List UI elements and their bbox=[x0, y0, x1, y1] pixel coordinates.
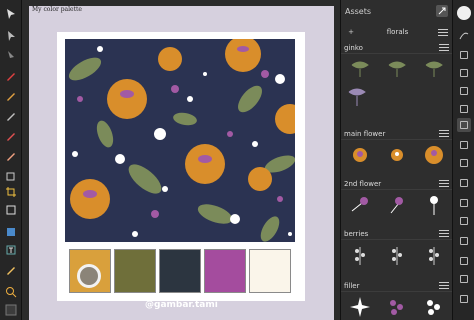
effects-icon[interactable] bbox=[457, 176, 471, 190]
section-title: filler bbox=[344, 281, 360, 290]
color-palette bbox=[69, 249, 293, 294]
palette-swatch-2[interactable] bbox=[114, 249, 156, 293]
text-styles-icon[interactable] bbox=[457, 254, 471, 268]
asset-filler-3[interactable] bbox=[422, 295, 446, 319]
artboard[interactable]: @gambar.tami bbox=[57, 32, 305, 310]
asset-2nd-flower-1[interactable] bbox=[348, 193, 372, 217]
section-title: berries bbox=[344, 229, 369, 238]
asset-ginko-1[interactable] bbox=[348, 57, 372, 81]
cursor-icon[interactable] bbox=[3, 48, 19, 64]
canvas-area: My color palette @gambar.tami bbox=[22, 0, 340, 320]
eyedropper-icon[interactable] bbox=[3, 262, 19, 278]
color-circle-icon[interactable] bbox=[457, 6, 471, 20]
move-icon[interactable] bbox=[3, 6, 19, 22]
navigator-icon[interactable] bbox=[457, 138, 471, 152]
category-name: florals bbox=[386, 28, 409, 36]
category-selector[interactable]: + florals bbox=[345, 24, 448, 40]
section-berries: berries bbox=[341, 228, 452, 270]
zoom-icon[interactable] bbox=[3, 284, 19, 300]
assets-icon[interactable] bbox=[457, 118, 471, 132]
transform-icon[interactable] bbox=[457, 156, 471, 170]
section-menu-icon[interactable] bbox=[439, 230, 449, 237]
asset-filler-1[interactable] bbox=[348, 295, 372, 319]
section-filler: filler bbox=[341, 280, 452, 320]
section-title: main flower bbox=[344, 129, 386, 138]
selected-color-ring bbox=[77, 264, 101, 288]
fill-icon[interactable] bbox=[3, 168, 19, 184]
section-ginko: ginko bbox=[341, 42, 452, 108]
adjust-icon[interactable] bbox=[457, 66, 471, 80]
styles-icon[interactable] bbox=[457, 196, 471, 210]
brush-icon[interactable] bbox=[3, 88, 19, 104]
assets-header: Assets bbox=[341, 0, 452, 22]
palette-swatch-5[interactable] bbox=[249, 249, 291, 293]
brush-stroke-icon[interactable] bbox=[457, 28, 471, 42]
shape-icon[interactable] bbox=[3, 224, 19, 240]
crop-icon[interactable] bbox=[3, 184, 19, 200]
rectangle-icon[interactable] bbox=[3, 202, 19, 218]
section-menu-icon[interactable] bbox=[439, 180, 449, 187]
asset-2nd-flower-3[interactable] bbox=[422, 193, 446, 217]
asset-berries-3[interactable] bbox=[422, 243, 446, 267]
asset-ginko-4[interactable] bbox=[345, 84, 369, 108]
history-icon[interactable] bbox=[457, 102, 471, 116]
section-2nd-flower: 2nd flower bbox=[341, 178, 452, 220]
text-icon[interactable] bbox=[3, 242, 19, 258]
select-icon[interactable] bbox=[3, 28, 19, 44]
asset-ginko-2[interactable] bbox=[385, 57, 409, 81]
artist-handle: @gambar.tami bbox=[145, 300, 218, 310]
asset-filler-2[interactable] bbox=[385, 295, 409, 319]
eraser-icon[interactable] bbox=[3, 148, 19, 164]
section-main-flower: main flower bbox=[341, 128, 452, 170]
info-icon[interactable] bbox=[457, 292, 471, 306]
document-title: My color palette bbox=[32, 6, 82, 13]
grid-icon[interactable] bbox=[457, 214, 471, 228]
snapping-icon[interactable] bbox=[457, 234, 471, 248]
left-toolbar bbox=[0, 0, 22, 320]
asset-berries-1[interactable] bbox=[348, 243, 372, 267]
asset-main-flower-2[interactable] bbox=[385, 143, 409, 167]
section-menu-icon[interactable] bbox=[439, 130, 449, 137]
section-title: 2nd flower bbox=[344, 179, 382, 188]
asset-2nd-flower-2[interactable] bbox=[385, 193, 409, 217]
color-swatch-icon[interactable] bbox=[3, 302, 19, 318]
section-menu-icon[interactable] bbox=[439, 282, 449, 289]
layers-icon[interactable] bbox=[457, 48, 471, 62]
asset-berries-2[interactable] bbox=[385, 243, 409, 267]
add-icon[interactable]: + bbox=[345, 26, 357, 38]
stock-icon[interactable] bbox=[457, 84, 471, 98]
paint-brush-icon[interactable] bbox=[3, 128, 19, 144]
settings-icon[interactable] bbox=[457, 272, 471, 286]
category-menu-icon[interactable] bbox=[437, 28, 448, 36]
asset-main-flower-3[interactable] bbox=[422, 143, 446, 167]
section-menu-icon[interactable] bbox=[439, 44, 449, 51]
palette-swatch-4[interactable] bbox=[204, 249, 246, 293]
expand-icon[interactable] bbox=[436, 5, 448, 17]
assets-title: Assets bbox=[345, 6, 372, 16]
asset-ginko-3[interactable] bbox=[422, 57, 446, 81]
section-title: ginko bbox=[344, 43, 363, 52]
asset-main-flower-1[interactable] bbox=[348, 143, 372, 167]
document: My color palette @gambar.tami bbox=[29, 6, 334, 320]
palette-swatch-1[interactable] bbox=[69, 249, 111, 293]
pencil-icon[interactable] bbox=[3, 108, 19, 124]
floral-pattern bbox=[65, 39, 295, 242]
pen-icon[interactable] bbox=[3, 68, 19, 84]
assets-panel: Assets + florals ginko main flower 2nd f… bbox=[340, 0, 452, 320]
right-toolbar bbox=[452, 0, 474, 320]
palette-swatch-3[interactable] bbox=[159, 249, 201, 293]
